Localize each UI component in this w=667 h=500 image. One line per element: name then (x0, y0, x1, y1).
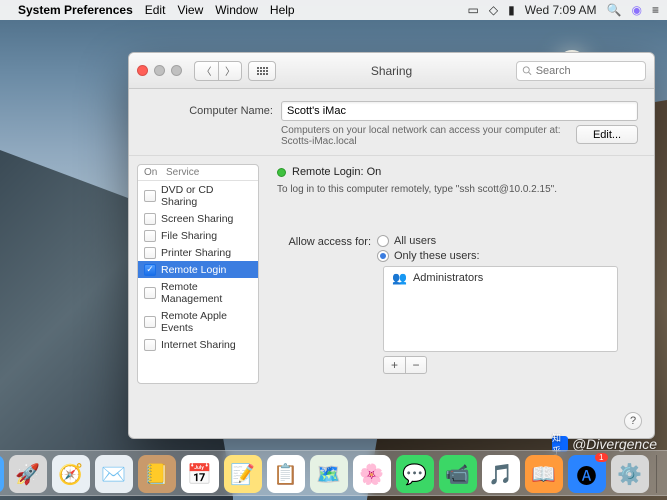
forward-button[interactable]: 〉 (218, 61, 242, 81)
menu-edit[interactable]: Edit (145, 3, 166, 17)
status-text: Remote Login: On (292, 166, 381, 178)
close-button[interactable] (137, 65, 148, 76)
service-checkbox[interactable] (144, 213, 156, 225)
service-checkbox[interactable] (144, 287, 156, 299)
dock-preferences[interactable]: ⚙️ (611, 455, 649, 493)
services-list: On Service DVD or CD Sharing Screen Shari… (137, 164, 259, 384)
user-name: Administrators (413, 272, 483, 284)
minimize-button[interactable] (154, 65, 165, 76)
app-menu[interactable]: System Preferences (18, 3, 133, 17)
col-on: On (144, 167, 166, 178)
service-row-screen-sharing[interactable]: Screen Sharing (138, 210, 258, 227)
dock-safari[interactable]: 🧭 (52, 455, 90, 493)
dock-reminders[interactable]: 📋 (267, 455, 305, 493)
computer-name-input[interactable] (281, 101, 638, 121)
service-label: Screen Sharing (161, 213, 233, 225)
group-icon: 👥 (392, 271, 407, 285)
radio-icon (377, 250, 389, 262)
computer-name-label: Computer Name: (145, 105, 273, 117)
dock-appstore[interactable]: 🅐1 (568, 455, 606, 493)
service-label: Internet Sharing (161, 339, 236, 351)
radio-icon (377, 235, 389, 247)
radio-all-users[interactable]: All users (377, 235, 480, 247)
service-checkbox[interactable] (144, 230, 156, 242)
help-button[interactable]: ? (624, 412, 642, 430)
service-row-remote-login[interactable]: ✓ Remote Login (138, 261, 258, 278)
service-checkbox[interactable]: ✓ (144, 264, 156, 276)
radio-only-these-users[interactable]: Only these users: (377, 250, 480, 262)
badge: 1 (595, 453, 607, 462)
service-label: Remote Login (161, 264, 226, 276)
service-checkbox[interactable] (144, 339, 156, 351)
user-row[interactable]: 👥 Administrators (384, 267, 617, 289)
dock-ibooks[interactable]: 📖 (525, 455, 563, 493)
search-input[interactable] (536, 65, 640, 77)
dock-maps[interactable]: 🗺️ (310, 455, 348, 493)
dock-separator (656, 455, 657, 493)
service-row-remote-management[interactable]: Remote Management (138, 278, 258, 307)
service-label: Printer Sharing (161, 247, 231, 259)
dock: ☻🚀🧭✉️📒📅📝📋🗺️🌸💬📹🎵📖🅐1⚙️ 🗑️ (0, 450, 667, 496)
service-label: DVD or CD Sharing (161, 184, 252, 208)
search-field[interactable] (516, 61, 646, 81)
airplay-icon[interactable]: ▭ (468, 3, 479, 17)
clock[interactable]: Wed 7:09 AM (525, 3, 597, 17)
menu-help[interactable]: Help (270, 3, 295, 17)
search-icon (522, 65, 532, 76)
service-row-dvd-or-cd-sharing[interactable]: DVD or CD Sharing (138, 181, 258, 210)
login-instructions: To log in to this computer remotely, typ… (277, 184, 640, 195)
service-checkbox[interactable] (144, 190, 156, 202)
edit-hostname-button[interactable]: Edit... (576, 125, 638, 144)
service-row-internet-sharing[interactable]: Internet Sharing (138, 336, 258, 353)
service-row-remote-apple-events[interactable]: Remote Apple Events (138, 307, 258, 336)
dock-finder[interactable]: ☻ (0, 455, 4, 493)
dock-itunes[interactable]: 🎵 (482, 455, 520, 493)
menu-view[interactable]: View (177, 3, 203, 17)
add-user-button[interactable]: + (383, 356, 405, 374)
menubar: System Preferences Edit View Window Help… (0, 0, 667, 20)
titlebar: 〈 〉 Sharing (129, 53, 654, 89)
hostname-value: Scotts-iMac.local (281, 136, 576, 147)
dock-calendar[interactable]: 📅 (181, 455, 219, 493)
access-label: Allow access for: (277, 235, 371, 248)
computer-name-section: Computer Name: Computers on your local n… (129, 89, 654, 156)
hostname-hint: Computers on your local network can acce… (281, 125, 576, 136)
battery-icon[interactable]: ▮ (508, 3, 515, 17)
service-checkbox[interactable] (144, 247, 156, 259)
service-label: Remote Management (161, 281, 252, 305)
dock-trash[interactable]: 🗑️ (664, 455, 667, 493)
notifications-icon[interactable]: ≡ (652, 3, 659, 17)
service-row-printer-sharing[interactable]: Printer Sharing (138, 244, 258, 261)
dock-notes[interactable]: 📝 (224, 455, 262, 493)
remove-user-button[interactable]: − (405, 356, 427, 374)
menu-window[interactable]: Window (215, 3, 258, 17)
os-icon[interactable]: ◇ (489, 3, 498, 17)
dock-messages[interactable]: 💬 (396, 455, 434, 493)
zoom-button[interactable] (171, 65, 182, 76)
spotlight-icon[interactable]: 🔍 (607, 3, 622, 17)
show-all-button[interactable] (248, 61, 276, 81)
service-label: Remote Apple Events (161, 310, 252, 334)
service-checkbox[interactable] (144, 316, 156, 328)
dock-mail[interactable]: ✉️ (95, 455, 133, 493)
col-service: Service (166, 167, 199, 178)
dock-photos[interactable]: 🌸 (353, 455, 391, 493)
service-label: File Sharing (161, 230, 217, 242)
status-indicator-icon (277, 168, 286, 177)
dock-contacts[interactable]: 📒 (138, 455, 176, 493)
back-button[interactable]: 〈 (194, 61, 218, 81)
service-row-file-sharing[interactable]: File Sharing (138, 227, 258, 244)
users-list[interactable]: 👥 Administrators (383, 266, 618, 352)
sharing-window: 〈 〉 Sharing Computer Name: Computers on … (128, 52, 655, 439)
dock-launchpad[interactable]: 🚀 (9, 455, 47, 493)
siri-icon[interactable]: ◉ (632, 3, 642, 17)
dock-facetime[interactable]: 📹 (439, 455, 477, 493)
